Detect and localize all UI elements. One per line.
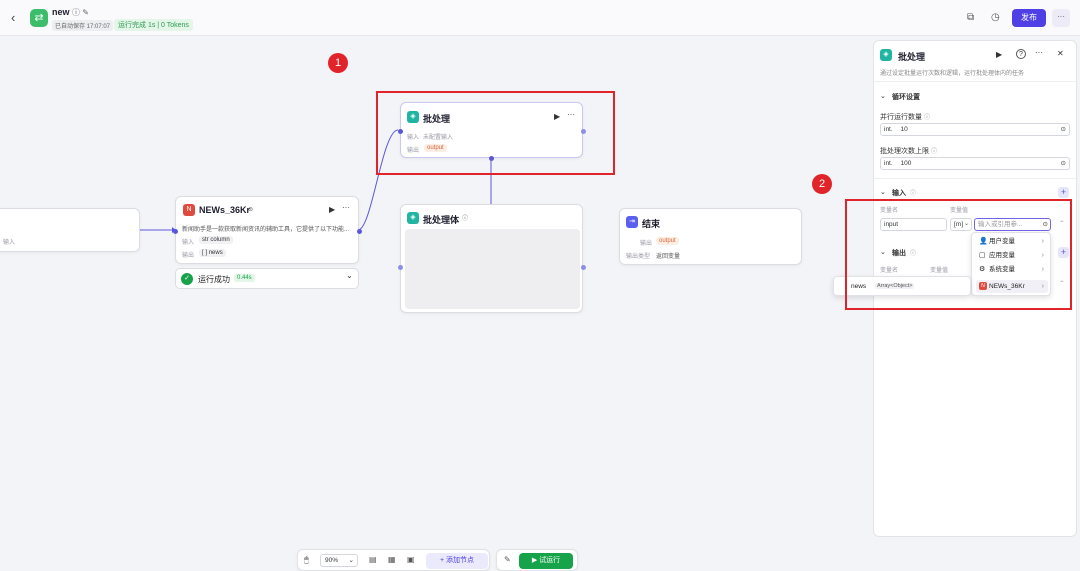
input-type: str xyxy=(202,237,209,243)
panel-title: 批处理 xyxy=(898,52,926,62)
run-time-badge: 0.44s xyxy=(234,274,255,282)
top-bar: ‹ ⇄ new ⓘ ✎ 已自动保存 17:07:07 运行完成 1s | 0 T… xyxy=(0,0,1080,36)
plugin-badge-icon: ⊜ xyxy=(248,207,254,213)
workflow-canvas[interactable]: 输入 N NEWs_36Kr ⊜ ▶ ··· 新闻助手是一款获取新闻资讯的辅助工… xyxy=(0,37,872,571)
zoom-select[interactable]: 90% ⌄ xyxy=(320,554,358,567)
batch-body-area[interactable] xyxy=(405,229,580,309)
run-node-button[interactable]: ▶ xyxy=(996,50,1002,59)
zoom-value: 90% xyxy=(325,557,339,564)
pointer-icon[interactable]: ✎ xyxy=(504,555,511,564)
body-right-port[interactable] xyxy=(581,265,586,270)
chevron-down-icon[interactable]: ⌄ xyxy=(880,92,886,100)
batch-limit-value: 100 xyxy=(900,160,912,167)
input-param-chip: str column xyxy=(199,236,233,244)
run-node-button[interactable]: ▶ xyxy=(329,205,335,214)
batch-limit-label: 批处理次数上限 xyxy=(880,148,929,155)
news-plugin-node[interactable]: N NEWs_36Kr ⊜ ▶ ··· 新闻助手是一款获取新闻资讯的辅助工具，它… xyxy=(173,196,362,264)
chevron-down-icon[interactable]: ⌄ xyxy=(346,271,353,280)
loop-section-title[interactable]: 循环设置 xyxy=(892,92,920,102)
run-status-text: 运行成功 xyxy=(198,275,230,284)
canvas-toolbar: 🖱 90% ⌄ ▤ ▦ ▣ + 添加节点 xyxy=(297,549,490,571)
run-status-badge: 运行完成 1s | 0 Tokens xyxy=(114,19,193,31)
node-more-button[interactable]: ··· xyxy=(342,203,350,212)
annotation-box-2 xyxy=(845,199,1072,310)
chevron-down-icon[interactable]: ⌄ xyxy=(880,188,886,196)
auto-layout-icon[interactable]: ▦ xyxy=(388,555,396,564)
batch-icon: ◈ xyxy=(880,49,892,61)
stepper-icon[interactable]: ⊙ xyxy=(1061,158,1066,169)
node-input-label: 输入 xyxy=(3,240,16,246)
panel-more-button[interactable]: ··· xyxy=(1035,48,1043,57)
more-menu-button[interactable]: ··· xyxy=(1052,9,1070,27)
input-value: column xyxy=(210,237,230,243)
int-type-label: int. xyxy=(884,126,893,133)
output-label: 输出 xyxy=(182,253,195,259)
news-plugin-icon: N xyxy=(183,204,195,216)
body-left-port[interactable] xyxy=(398,265,403,270)
add-input-button[interactable]: + xyxy=(1058,187,1069,198)
info-icon[interactable]: ⓘ xyxy=(910,188,916,197)
int-type-label: int. xyxy=(884,160,893,167)
node-title: 批处理体 xyxy=(423,215,460,225)
left-partial-node[interactable]: 输入 xyxy=(0,208,140,252)
end-icon: ⇥ xyxy=(626,216,638,228)
chevron-down-icon: ⌄ xyxy=(348,557,354,564)
batch-body-container[interactable]: ◈ 批处理体 ⓘ xyxy=(398,204,586,313)
parallel-count-label: 并行运行数量 xyxy=(880,114,922,121)
close-icon[interactable]: ✕ xyxy=(1057,49,1064,58)
run-toolbar: ✎ ▶ 试运行 xyxy=(496,549,578,571)
end-node[interactable]: ⇥ 结束 输出 output 输出类型 返回变量 xyxy=(619,208,802,265)
annotation-marker-1: 1 xyxy=(328,53,348,73)
trial-run-button[interactable]: ▶ 试运行 xyxy=(519,553,573,569)
node-title: NEWs_36Kr xyxy=(199,205,251,215)
run-status-card[interactable]: ✓ 运行成功 0.44s ⌄ xyxy=(175,268,359,289)
panel-description: 通过设定批量运行次数和逻辑，运行批处理体内的任务 xyxy=(880,71,1025,77)
help-icon[interactable]: ? xyxy=(1016,49,1026,59)
parallel-count-input[interactable]: int. 10 ⊙ xyxy=(880,123,1070,136)
output-value: news xyxy=(208,250,223,256)
output-type-label: 输出类型 xyxy=(626,254,651,260)
output-port[interactable] xyxy=(357,229,362,234)
info-icon[interactable]: ⓘ xyxy=(924,112,930,121)
autosave-badge: 已自动保存 17:07:07 xyxy=(52,20,114,31)
divider xyxy=(874,178,1078,179)
output-chip: output xyxy=(656,237,679,245)
node-description: 新闻助手是一款获取新闻资讯的辅助工具，它提供了以下功能... xyxy=(182,227,350,233)
stepper-icon[interactable]: ⊙ xyxy=(1061,124,1066,135)
publish-button[interactable]: 发布 xyxy=(1012,9,1046,27)
info-icon[interactable]: ⓘ xyxy=(931,146,937,155)
output-label: 输出 xyxy=(640,241,653,247)
mouse-mode-icon[interactable]: 🖱 xyxy=(304,555,309,565)
copy-icon[interactable]: ⧉ xyxy=(967,12,974,23)
divider xyxy=(874,81,1078,82)
parallel-count-value: 10 xyxy=(900,126,908,133)
info-icon[interactable]: ⓘ xyxy=(462,213,468,222)
note-icon[interactable]: ▤ xyxy=(369,555,377,564)
add-node-button[interactable]: + 添加节点 xyxy=(426,553,488,569)
minimap-icon[interactable]: ▣ xyxy=(407,555,415,564)
app-info-edit-icons[interactable]: ⓘ ✎ xyxy=(72,7,89,18)
output-type-value: 返回变量 xyxy=(656,254,681,260)
success-check-icon: ✓ xyxy=(181,273,193,285)
output-param-chip: [ ] news xyxy=(199,249,226,257)
batch-body-icon: ◈ xyxy=(407,212,419,224)
input-label: 输入 xyxy=(182,240,195,246)
output-type: [ ] xyxy=(202,250,208,256)
app-name: new xyxy=(52,7,70,17)
app-logo-icon: ⇄ xyxy=(30,9,48,27)
history-icon[interactable]: ◷ xyxy=(991,12,1000,23)
input-port[interactable] xyxy=(173,229,178,234)
annotation-box-1 xyxy=(376,91,615,175)
back-icon[interactable]: ‹ xyxy=(11,10,15,25)
batch-limit-input[interactable]: int. 100 ⊙ xyxy=(880,157,1070,170)
input-section-title[interactable]: 输入 xyxy=(892,188,906,198)
node-title: 结束 xyxy=(642,219,661,229)
annotation-marker-2: 2 xyxy=(812,174,832,194)
